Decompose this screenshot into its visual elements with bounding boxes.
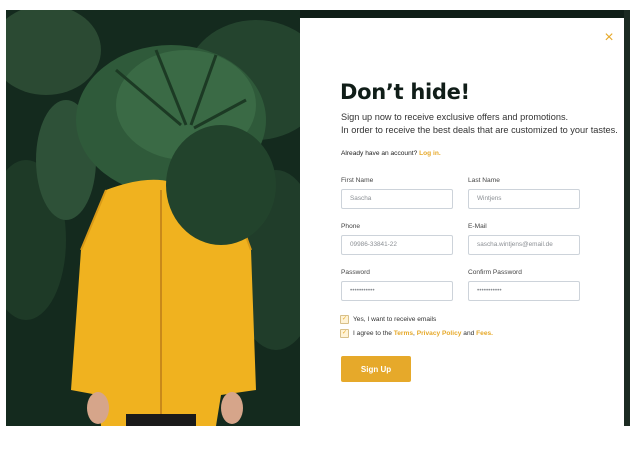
- email-opt-in-label: Yes, I want to receive emails: [353, 315, 437, 323]
- password-label: Password: [341, 269, 370, 276]
- confirm-password-input[interactable]: •••••••••••: [468, 281, 580, 301]
- password-input[interactable]: •••••••••••: [341, 281, 453, 301]
- email-label: E-Mail: [468, 223, 487, 230]
- email-input[interactable]: sascha.wintjens@email.de: [468, 235, 580, 255]
- signup-modal: × Don’t hide! Sign up now to receive exc…: [300, 18, 624, 426]
- account-prompt-text: Already have an account?: [341, 150, 418, 157]
- login-link[interactable]: Log in.: [419, 150, 441, 157]
- account-prompt: Already have an account? Log in.: [341, 150, 441, 157]
- first-name-input[interactable]: Sascha: [341, 189, 453, 209]
- terms-checkbox[interactable]: ✓: [340, 328, 349, 338]
- email-opt-in-checkbox[interactable]: ✓: [340, 314, 349, 324]
- modal-title: Don’t hide!: [340, 80, 470, 104]
- subtitle-line-1: Sign up now to receive exclusive offers …: [341, 112, 569, 122]
- fees-link[interactable]: Fees.: [476, 330, 493, 337]
- phone-input[interactable]: 09986-33841-22: [341, 235, 453, 255]
- terms-row: ✓ I agree to the Terms, Privacy Policy a…: [340, 328, 493, 338]
- privacy-policy-link[interactable]: Privacy Policy: [417, 330, 462, 337]
- last-name-label: Last Name: [468, 177, 500, 184]
- modal-subtitle: Sign up now to receive exclusive offers …: [341, 111, 618, 137]
- subtitle-line-2: In order to receive the best deals that …: [341, 125, 618, 135]
- terms-and: and: [463, 329, 475, 337]
- close-icon[interactable]: ×: [601, 30, 617, 46]
- terms-link[interactable]: Terms: [394, 330, 413, 337]
- phone-label: Phone: [341, 223, 361, 230]
- terms-comma: ,: [413, 329, 415, 337]
- last-name-input[interactable]: Wintjens: [468, 189, 580, 209]
- terms-prefix: I agree to the: [353, 329, 392, 337]
- sign-up-button[interactable]: Sign Up: [341, 356, 411, 382]
- background-edge: [624, 10, 630, 426]
- page-frame: × Don’t hide! Sign up now to receive exc…: [6, 10, 630, 426]
- hero-photo: [6, 10, 300, 426]
- first-name-label: First Name: [341, 177, 374, 184]
- confirm-password-label: Confirm Password: [468, 269, 522, 276]
- photo-illustration: [6, 10, 300, 426]
- email-opt-in-row: ✓ Yes, I want to receive emails: [340, 314, 436, 324]
